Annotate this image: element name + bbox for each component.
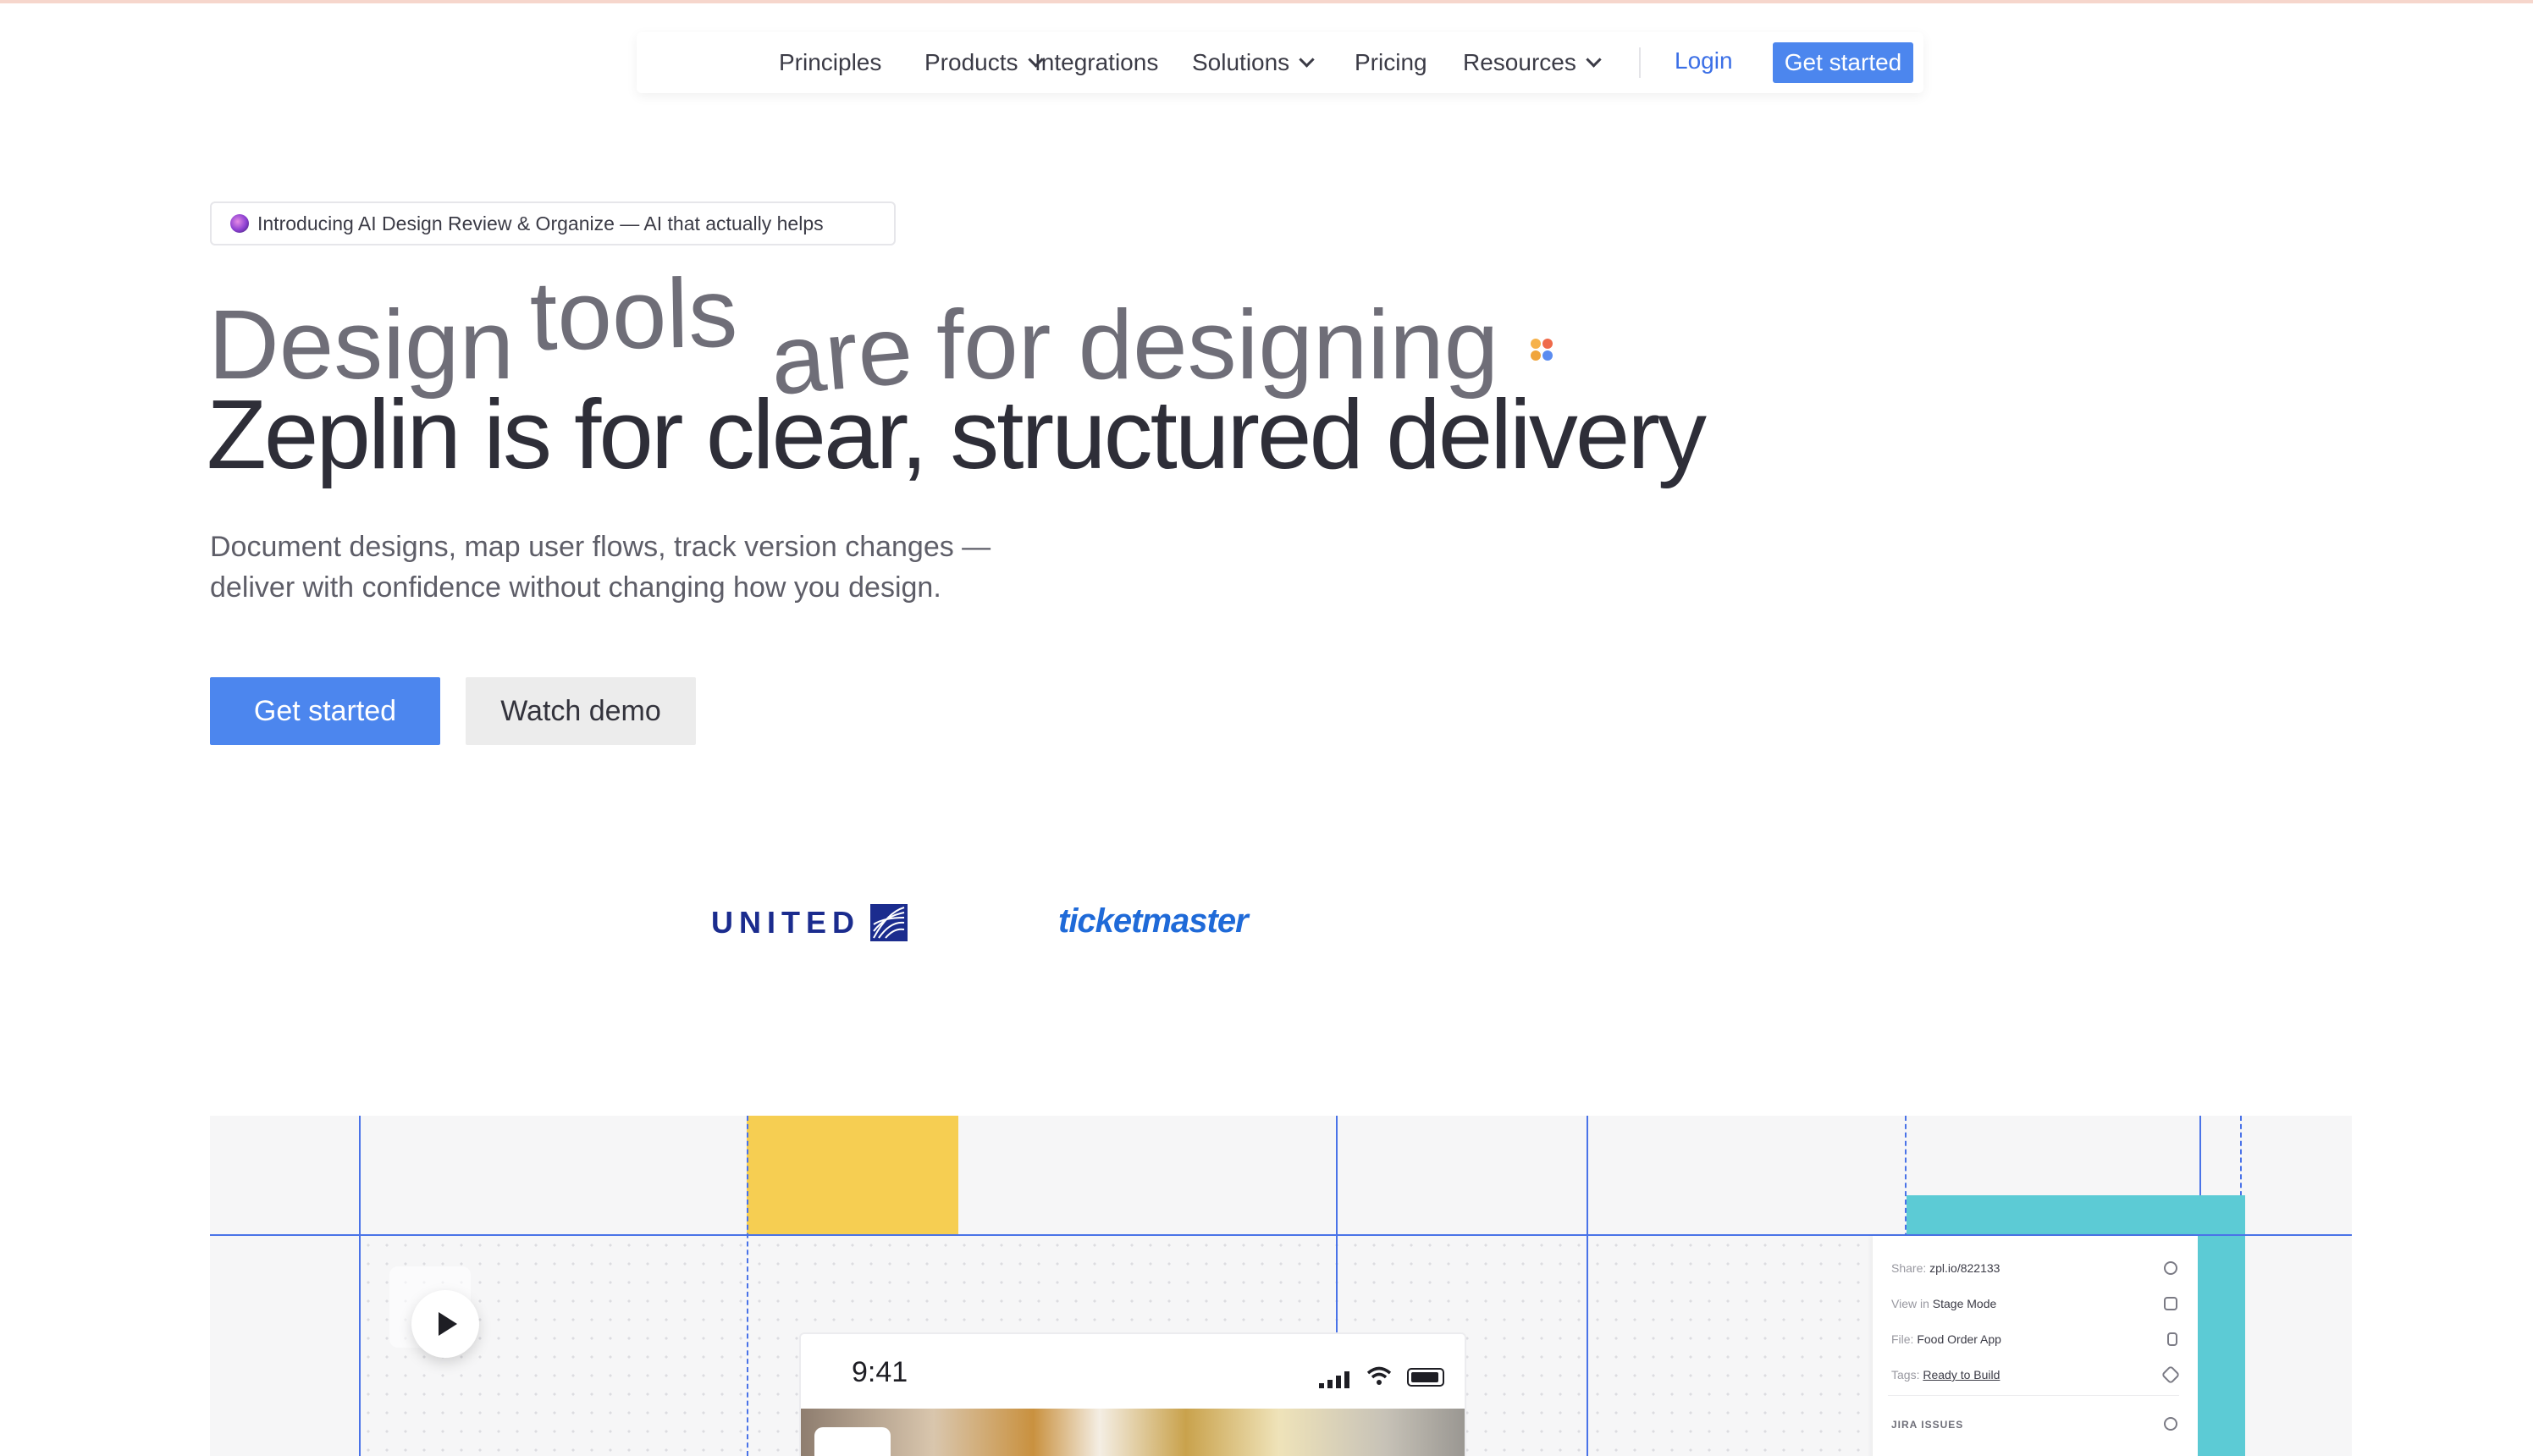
share-label: Share: (1891, 1261, 1927, 1275)
nav-label: Solutions (1192, 49, 1290, 75)
panel-divider (1888, 1395, 2179, 1396)
nav-item-solutions[interactable]: Solutions (1192, 49, 1315, 76)
view-label: View in (1891, 1297, 1929, 1310)
share-value: zpl.io/822133 (1929, 1261, 2000, 1275)
nav-item-principles[interactable]: Principles (779, 49, 881, 76)
tags-row[interactable]: Tags: Ready to Build (1891, 1368, 2000, 1382)
ai-orb-icon (230, 214, 249, 233)
view-row[interactable]: View in Stage Mode (1891, 1297, 1996, 1310)
phone-time: 9:41 (852, 1356, 908, 1388)
united-globe-icon (870, 904, 908, 941)
phone-mockup: 9:41 (801, 1334, 1465, 1456)
battery-icon (1407, 1368, 1444, 1387)
link-icon[interactable] (2164, 1261, 2177, 1275)
stage-mode-icon[interactable] (2164, 1297, 2177, 1310)
badge-text: Introducing AI Design Review & Organize … (257, 212, 824, 234)
chevron-down-icon (1586, 51, 1602, 68)
get-started-button[interactable]: Get started (210, 677, 440, 745)
play-icon (439, 1312, 457, 1336)
add-circle-icon[interactable] (2164, 1417, 2177, 1431)
guide-line (359, 1116, 361, 1456)
nav-item-integrations[interactable]: Integrations (1035, 49, 1158, 76)
top-accent-line (0, 0, 2533, 3)
inspector-panel: Share: zpl.io/822133 View in Stage Mode … (1873, 1236, 2198, 1456)
product-preview: 9:41 Share: zpl.io/822133 View in Stage … (210, 1116, 2352, 1456)
image-overlay-card (814, 1427, 891, 1456)
jira-issues-heading: JIRA ISSUES (1891, 1419, 1964, 1431)
subtitle-line: deliver with confidence without changing… (210, 571, 941, 604)
subtitle-line: Document designs, map user flows, track … (210, 531, 991, 563)
cellular-signal-icon (1319, 1371, 1349, 1388)
ticketmaster-logo: ticketmaster (1058, 902, 1249, 940)
tags-value[interactable]: Ready to Build (1923, 1368, 2000, 1382)
guide-line (747, 1116, 748, 1456)
nav-label: Integrations (1035, 49, 1159, 75)
united-logo: UNITED (711, 904, 908, 941)
file-row[interactable]: File: Food Order App (1891, 1332, 2001, 1346)
tag-icon[interactable] (2160, 1365, 2181, 1385)
headline-line-2: Zeplin is for clear, structured delivery (207, 379, 1707, 489)
figma-icon[interactable] (2167, 1332, 2177, 1346)
nav-item-resources[interactable]: Resources (1463, 49, 1602, 76)
announcement-badge[interactable]: Introducing AI Design Review & Organize … (210, 201, 896, 245)
guide-line (1587, 1116, 1588, 1456)
login-link[interactable]: Login (1675, 47, 1733, 74)
nav-label: Resources (1463, 49, 1576, 75)
file-label: File: (1891, 1332, 1914, 1346)
nav-label: Products (924, 49, 1018, 75)
nav-item-pricing[interactable]: Pricing (1355, 49, 1427, 76)
colored-dots-icon (1531, 339, 1556, 364)
headline-line-1: Design tools are for designing (208, 254, 1647, 416)
nav-label: Pricing (1355, 49, 1427, 75)
united-wordmark: UNITED (711, 905, 860, 940)
share-row[interactable]: Share: zpl.io/822133 (1891, 1261, 2000, 1275)
file-value: Food Order App (1917, 1332, 2001, 1346)
chevron-down-icon (1299, 51, 1315, 68)
watch-demo-button[interactable]: Watch demo (466, 677, 696, 745)
hero-subtitle: Document designs, map user flows, track … (210, 527, 1141, 608)
food-image (801, 1409, 1465, 1456)
nav-get-started-button[interactable]: Get started (1773, 42, 1913, 83)
nav-divider (1639, 47, 1641, 78)
headline-word: tools (528, 256, 739, 372)
yellow-block (747, 1116, 958, 1234)
wifi-icon (1366, 1366, 1392, 1385)
view-value: Stage Mode (1932, 1297, 1997, 1310)
top-navigation: Principles Products Integrations Solutio… (637, 32, 1923, 93)
play-video-button[interactable] (411, 1290, 479, 1358)
nav-label: Principles (779, 49, 882, 75)
tags-label: Tags: (1891, 1368, 1920, 1382)
nav-item-products[interactable]: Products (924, 49, 1044, 76)
